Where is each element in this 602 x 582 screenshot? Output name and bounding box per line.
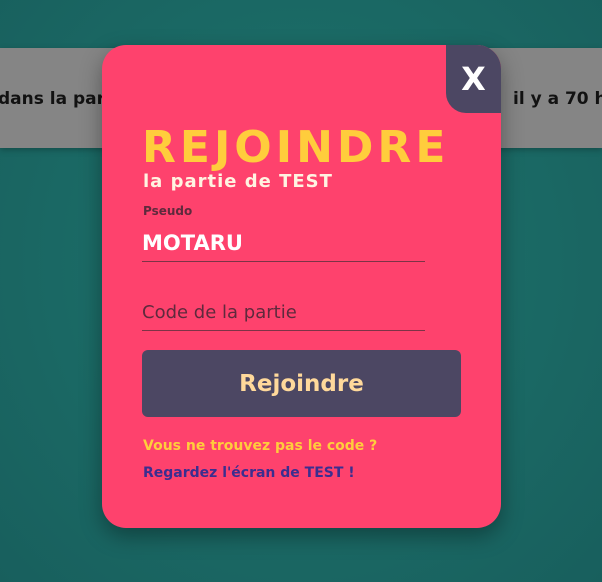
modal-title: REJOINDRE: [142, 122, 450, 173]
modal-subtitle: la partie de TEST: [143, 171, 333, 192]
banner-right-text: il y a 70 he: [513, 89, 602, 109]
pseudo-input[interactable]: [142, 225, 425, 262]
hint-question: Vous ne trouvez pas le code ?: [143, 438, 378, 454]
close-icon: X: [461, 60, 486, 98]
pseudo-label: Pseudo: [143, 204, 193, 218]
join-button[interactable]: Rejoindre: [142, 350, 461, 417]
close-button[interactable]: X: [446, 45, 501, 113]
hint-answer: Regardez l'écran de TEST !: [143, 465, 355, 481]
game-code-input[interactable]: [142, 294, 425, 331]
banner-left-text: dans la par: [0, 89, 106, 109]
join-game-modal: X REJOINDRE la partie de TEST Pseudo Rej…: [102, 45, 501, 528]
